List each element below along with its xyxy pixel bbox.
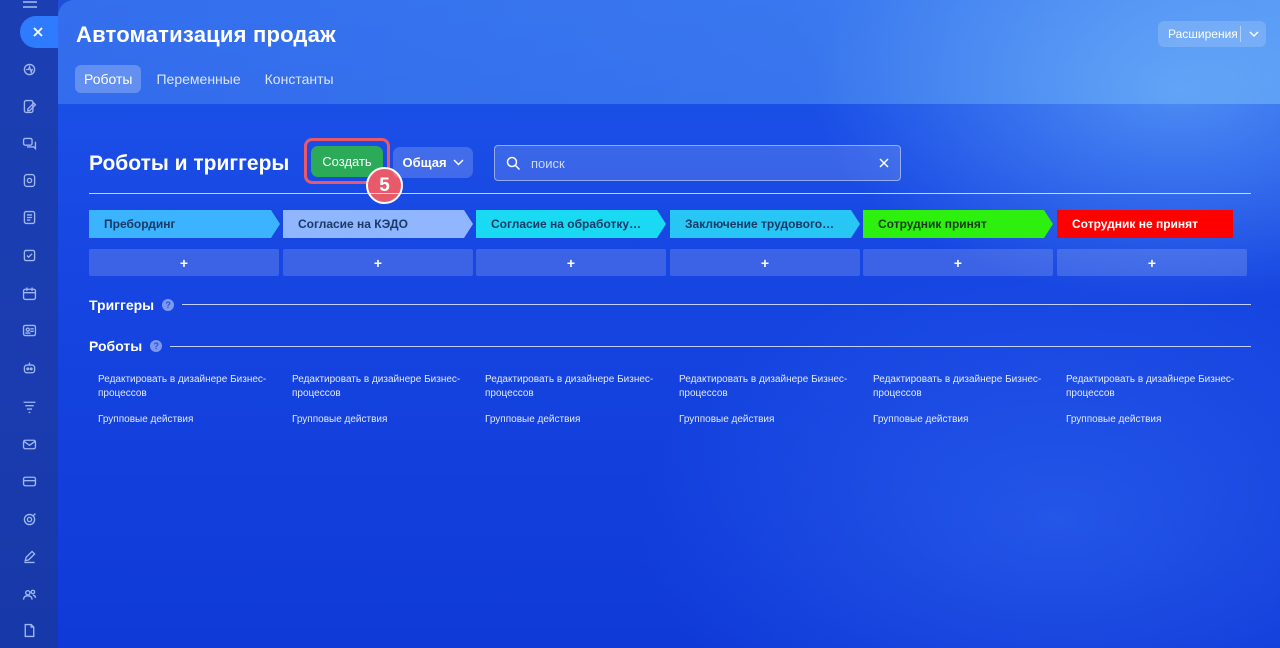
triggers-heading: Триггеры ?: [89, 297, 175, 313]
robots-divider: [170, 346, 1251, 347]
general-dropdown-button[interactable]: Общая: [393, 147, 473, 178]
contact-card-icon[interactable]: [19, 320, 39, 340]
add-button-stage-3[interactable]: +: [670, 249, 860, 276]
document-icon[interactable]: [19, 207, 39, 227]
stage-3[interactable]: Заключение трудового дог...: [670, 210, 860, 238]
add-button-stage-5[interactable]: +: [1057, 249, 1247, 276]
stage-label: Сотрудник не принят: [1072, 217, 1199, 231]
menu-icon[interactable]: [22, 0, 38, 10]
activity-icon[interactable]: [19, 59, 39, 79]
header-divider: [89, 193, 1251, 194]
left-sidebar: [0, 0, 64, 648]
tab-robots[interactable]: Роботы: [75, 65, 142, 93]
file-icon[interactable]: [19, 620, 39, 640]
group-actions-link[interactable]: Групповые действия: [1066, 414, 1242, 425]
chat-icon[interactable]: [19, 133, 39, 153]
add-button-stage-1[interactable]: +: [283, 249, 473, 276]
pen-icon[interactable]: [19, 546, 39, 566]
search-input[interactable]: [531, 155, 868, 171]
add-button-stage-4[interactable]: +: [863, 249, 1053, 276]
add-button-stage-2[interactable]: +: [476, 249, 666, 276]
section-title: Роботы и триггеры: [89, 152, 290, 175]
group-actions-link[interactable]: Групповые действия: [679, 414, 855, 425]
automation-panel: Автоматизация продаж Расширения Роботы П…: [58, 0, 1280, 648]
robots-heading: Роботы ?: [89, 338, 163, 354]
edit-in-designer-link[interactable]: Редактировать в дизайнере Бизнес-процесс…: [98, 373, 274, 401]
stage-5[interactable]: Сотрудник не принят: [1057, 210, 1233, 238]
add-trigger-row: + + + + + +: [89, 249, 1247, 276]
triggers-title: Триггеры: [89, 297, 155, 313]
robot-icon[interactable]: [19, 358, 39, 378]
add-button-stage-0[interactable]: +: [89, 249, 279, 276]
triggers-divider: [182, 304, 1251, 305]
help-icon[interactable]: ?: [162, 299, 175, 311]
group-actions-link[interactable]: Групповые действия: [292, 414, 468, 425]
robot-column: Редактировать в дизайнере Бизнес-процесс…: [485, 373, 661, 425]
search-icon: [495, 156, 531, 171]
stage-label: Согласие на обработку ПД: [491, 217, 642, 231]
edit-in-designer-link[interactable]: Редактировать в дизайнере Бизнес-процесс…: [679, 373, 855, 401]
stage-4[interactable]: Сотрудник принят: [863, 210, 1053, 238]
extensions-button[interactable]: Расширения: [1158, 21, 1266, 47]
edit-in-designer-link[interactable]: Редактировать в дизайнере Бизнес-процесс…: [1066, 373, 1242, 401]
close-icon: [33, 27, 43, 37]
robot-column: Редактировать в дизайнере Бизнес-процесс…: [873, 373, 1049, 425]
tab-constants[interactable]: Константы: [256, 65, 343, 93]
clear-search-icon[interactable]: [868, 158, 900, 168]
target-icon[interactable]: [19, 509, 39, 529]
tabs: Роботы Переменные Константы: [75, 65, 343, 93]
stage-label: Сотрудник принят: [878, 217, 987, 231]
general-label: Общая: [402, 155, 447, 170]
stage-label: Пребординг: [104, 217, 176, 231]
group-actions-link[interactable]: Групповые действия: [98, 414, 274, 425]
stage-pipeline: Пребординг Согласие на КЭДО Согласие на …: [89, 210, 1247, 238]
card-icon[interactable]: [19, 471, 39, 491]
search-box: [494, 145, 901, 181]
robot-column: Редактировать в дизайнере Бизнес-процесс…: [292, 373, 468, 425]
task-edit-icon[interactable]: [19, 96, 39, 116]
robot-column: Редактировать в дизайнере Бизнес-процесс…: [1066, 373, 1242, 425]
robots-title: Роботы: [89, 338, 143, 354]
tab-variables[interactable]: Переменные: [147, 65, 249, 93]
stage-label: Заключение трудового дог...: [685, 217, 834, 231]
robot-column: Редактировать в дизайнере Бизнес-процесс…: [679, 373, 855, 425]
group-actions-link[interactable]: Групповые действия: [873, 414, 1049, 425]
edit-in-designer-link[interactable]: Редактировать в дизайнере Бизнес-процесс…: [292, 373, 468, 401]
edit-in-designer-link[interactable]: Редактировать в дизайнере Бизнес-процесс…: [485, 373, 661, 401]
edit-in-designer-link[interactable]: Редактировать в дизайнере Бизнес-процесс…: [873, 373, 1049, 401]
help-icon[interactable]: ?: [150, 340, 163, 352]
stage-0[interactable]: Пребординг: [89, 210, 280, 238]
calendar-icon[interactable]: [19, 283, 39, 303]
checklist-icon[interactable]: [19, 245, 39, 265]
stage-2[interactable]: Согласие на обработку ПД: [476, 210, 666, 238]
stage-label: Согласие на КЭДО: [298, 217, 408, 231]
users-icon[interactable]: [19, 584, 39, 604]
mail-icon[interactable]: [19, 434, 39, 454]
page-title: Автоматизация продаж: [76, 22, 336, 47]
group-actions-link[interactable]: Групповые действия: [485, 414, 661, 425]
chevron-down-icon: [453, 159, 464, 166]
extensions-label: Расширения: [1168, 27, 1238, 41]
storage-icon[interactable]: [19, 170, 39, 190]
stage-1[interactable]: Согласие на КЭДО: [283, 210, 473, 238]
chevron-down-icon[interactable]: [1241, 31, 1266, 37]
robot-column: Редактировать в дизайнере Бизнес-процесс…: [98, 373, 274, 425]
filter-icon[interactable]: [19, 396, 39, 416]
